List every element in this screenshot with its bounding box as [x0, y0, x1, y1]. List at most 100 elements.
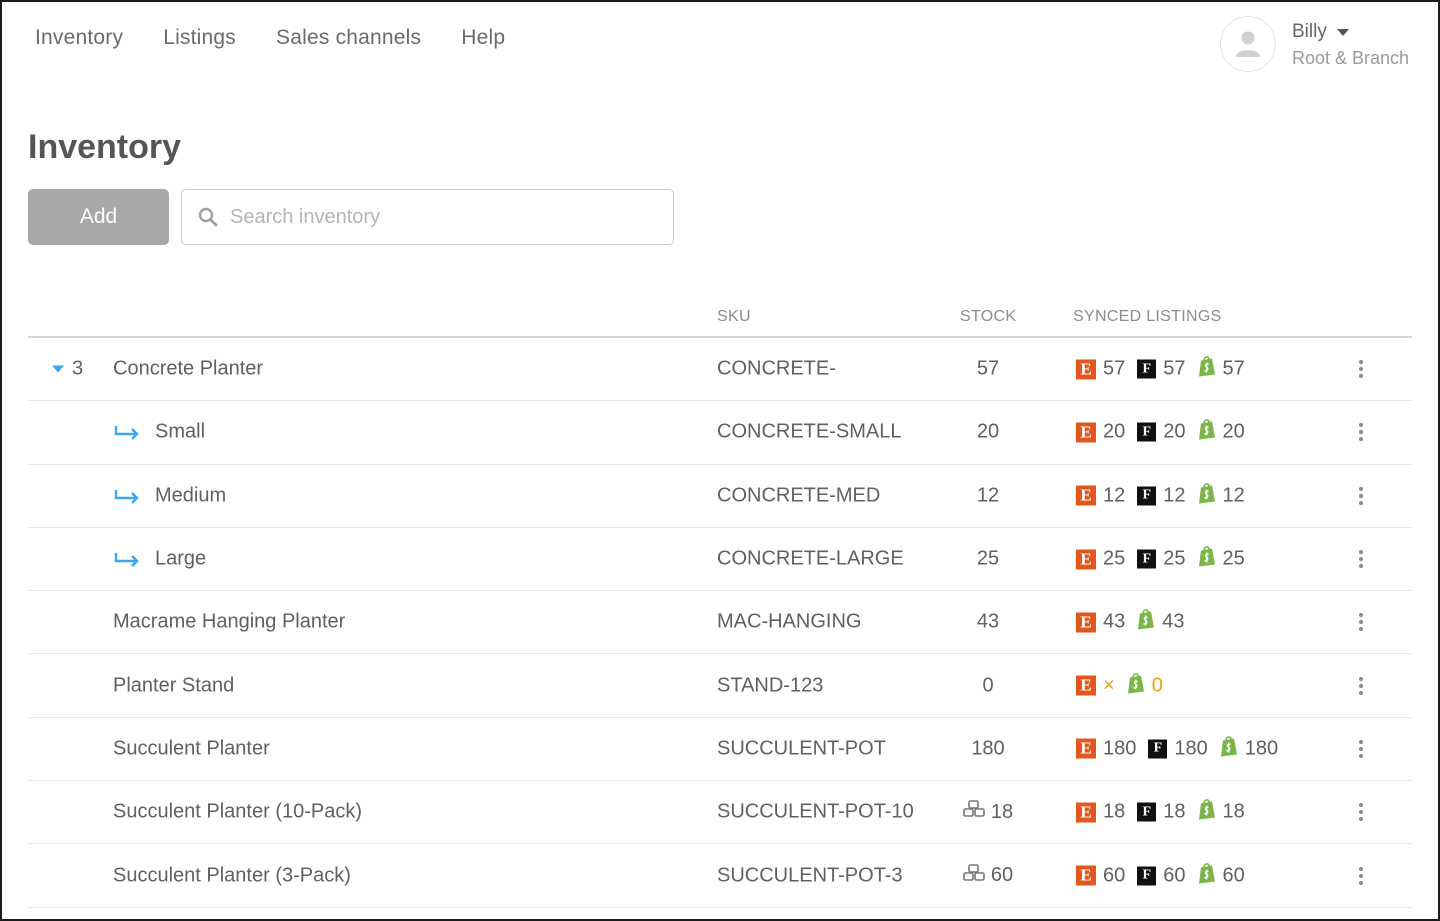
- top-nav: Inventory Listings Sales channels Help: [35, 26, 545, 50]
- shopify-icon: [1198, 799, 1216, 826]
- shopify-listing[interactable]: 25: [1198, 546, 1245, 573]
- faire-listing[interactable]: F 60: [1137, 864, 1186, 887]
- bundle-icon: [963, 800, 985, 824]
- user-icon: [1236, 31, 1260, 57]
- etsy-listing[interactable]: E 57: [1076, 358, 1125, 381]
- item-name[interactable]: Macrame Hanging Planter: [113, 611, 345, 634]
- faire-listing[interactable]: F 20: [1137, 421, 1186, 444]
- shopify-listing[interactable]: 43: [1137, 609, 1185, 636]
- variant-arrow-icon: [114, 551, 140, 567]
- item-sku: CONCRETE-SMALL: [717, 420, 902, 443]
- table-row[interactable]: Macrame Hanging Planter MAC-HANGING 43 E 43 4…: [28, 591, 1412, 655]
- item-stock: 18: [960, 800, 1016, 824]
- faire-listing[interactable]: F 180: [1148, 737, 1208, 760]
- stock-value: 180: [971, 737, 1005, 760]
- item-name[interactable]: Large: [155, 548, 206, 571]
- item-name[interactable]: Succulent Planter (3-Pack): [113, 864, 351, 887]
- item-name[interactable]: Planter Stand: [113, 674, 234, 697]
- shopify-icon: [1137, 609, 1155, 636]
- item-stock: 0: [960, 674, 1016, 697]
- shopify-listing[interactable]: 20: [1198, 419, 1245, 446]
- faire-icon: F: [1137, 359, 1157, 379]
- etsy-quantity: ×: [1103, 674, 1115, 697]
- etsy-listing[interactable]: E 43: [1076, 611, 1125, 634]
- table-row[interactable]: Medium CONCRETE-MED 12 E 12 F 12 12: [28, 465, 1412, 528]
- faire-listing[interactable]: F 18: [1137, 801, 1186, 824]
- shopify-listing[interactable]: 18: [1198, 799, 1245, 826]
- faire-listing[interactable]: F 57: [1137, 358, 1186, 381]
- item-stock: 57: [960, 358, 1016, 381]
- item-name[interactable]: Small: [155, 421, 205, 444]
- faire-icon: F: [1137, 422, 1157, 442]
- etsy-listing[interactable]: E 180: [1076, 737, 1136, 760]
- table-row[interactable]: Small CONCRETE-SMALL 20 E 20 F 20 20: [28, 401, 1412, 465]
- item-name[interactable]: Medium: [155, 484, 226, 507]
- synced-listings: E 18 F 18 18: [1076, 799, 1257, 826]
- search-box[interactable]: [181, 189, 674, 245]
- more-options-icon[interactable]: [1358, 676, 1364, 695]
- etsy-listing[interactable]: E 25: [1076, 548, 1125, 571]
- table-row[interactable]: Large CONCRETE-LARGE 25 E 25 F 25 25: [28, 528, 1412, 592]
- shopify-icon: [1127, 672, 1145, 699]
- shopify-listing[interactable]: 0: [1127, 672, 1163, 699]
- item-name[interactable]: Succulent Planter: [113, 737, 270, 760]
- etsy-listing[interactable]: E ×: [1076, 674, 1115, 697]
- table-row[interactable]: 3 Concrete Planter CONCRETE- 57 E 57 F 57 57: [28, 338, 1412, 402]
- table-row[interactable]: Succulent Planter SUCCULENT-POT 180 E 180 F 18…: [28, 718, 1412, 782]
- avatar[interactable]: [1220, 16, 1276, 72]
- bundle-icon: [963, 863, 985, 888]
- more-options-icon[interactable]: [1358, 423, 1364, 442]
- more-options-icon[interactable]: [1358, 866, 1364, 885]
- stock-value: 60: [990, 864, 1014, 887]
- nav-sales-channels[interactable]: Sales channels: [276, 26, 421, 50]
- table-row[interactable]: Succulent Planter (10-Pack) SUCCULENT-POT…: [28, 781, 1412, 845]
- faire-quantity: 60: [1163, 864, 1186, 887]
- more-options-icon[interactable]: [1358, 360, 1364, 379]
- etsy-listing[interactable]: E 18: [1076, 801, 1125, 824]
- more-options-icon[interactable]: [1358, 486, 1364, 505]
- shopify-quantity: 25: [1222, 547, 1245, 570]
- shopify-icon: [1198, 356, 1216, 383]
- stock-value: 12: [976, 484, 1000, 507]
- faire-icon: F: [1137, 866, 1157, 886]
- shopify-listing[interactable]: 57: [1198, 356, 1245, 383]
- etsy-icon: E: [1076, 802, 1096, 823]
- nav-listings[interactable]: Listings: [163, 26, 236, 50]
- faire-quantity: 25: [1163, 547, 1186, 570]
- expand-toggle[interactable]: 3: [52, 358, 83, 381]
- more-options-icon[interactable]: [1358, 613, 1364, 632]
- header-sku[interactable]: SKU: [717, 308, 751, 326]
- add-button[interactable]: Add: [28, 189, 169, 245]
- table-row[interactable]: Planter Stand STAND-123 0 E × 0: [28, 654, 1412, 718]
- shopify-listing[interactable]: 180: [1220, 735, 1278, 762]
- more-options-icon[interactable]: [1358, 550, 1364, 569]
- search-input[interactable]: [230, 205, 650, 229]
- more-options-icon[interactable]: [1358, 739, 1364, 758]
- chevron-down-icon[interactable]: [1336, 28, 1349, 36]
- table-header: SKU STOCK SYNCED LISTINGS: [28, 306, 1412, 338]
- synced-listings: E 20 F 20 20: [1076, 419, 1257, 446]
- etsy-listing[interactable]: E 20: [1076, 421, 1125, 444]
- page-title: Inventory: [28, 128, 182, 166]
- item-sku: SUCCULENT-POT: [717, 737, 886, 760]
- etsy-listing[interactable]: E 60: [1076, 864, 1125, 887]
- header-stock[interactable]: STOCK: [960, 308, 1016, 326]
- etsy-listing[interactable]: E 12: [1076, 484, 1125, 507]
- item-sku: CONCRETE-MED: [717, 484, 881, 507]
- shopify-listing[interactable]: 12: [1198, 482, 1245, 509]
- caret-down-icon[interactable]: [52, 365, 64, 373]
- item-name[interactable]: Concrete Planter: [113, 358, 263, 381]
- item-name[interactable]: Succulent Planter (10-Pack): [113, 801, 362, 824]
- faire-listing[interactable]: F 25: [1137, 547, 1186, 571]
- user-menu[interactable]: Billy Root & Branch: [1220, 16, 1409, 72]
- more-options-icon[interactable]: [1358, 803, 1364, 822]
- user-name-row[interactable]: Billy: [1292, 21, 1409, 43]
- nav-help[interactable]: Help: [461, 26, 505, 50]
- nav-inventory[interactable]: Inventory: [35, 26, 123, 50]
- synced-listings: E 12 F 12 12: [1076, 482, 1257, 509]
- table-row[interactable]: Succulent Planter (3-Pack) SUCCULENT-POT-…: [28, 844, 1412, 908]
- etsy-icon: E: [1076, 422, 1096, 443]
- shopify-listing[interactable]: 60: [1198, 862, 1245, 889]
- item-sku: SUCCULENT-POT-10: [717, 800, 914, 823]
- faire-listing[interactable]: F 12: [1137, 484, 1186, 507]
